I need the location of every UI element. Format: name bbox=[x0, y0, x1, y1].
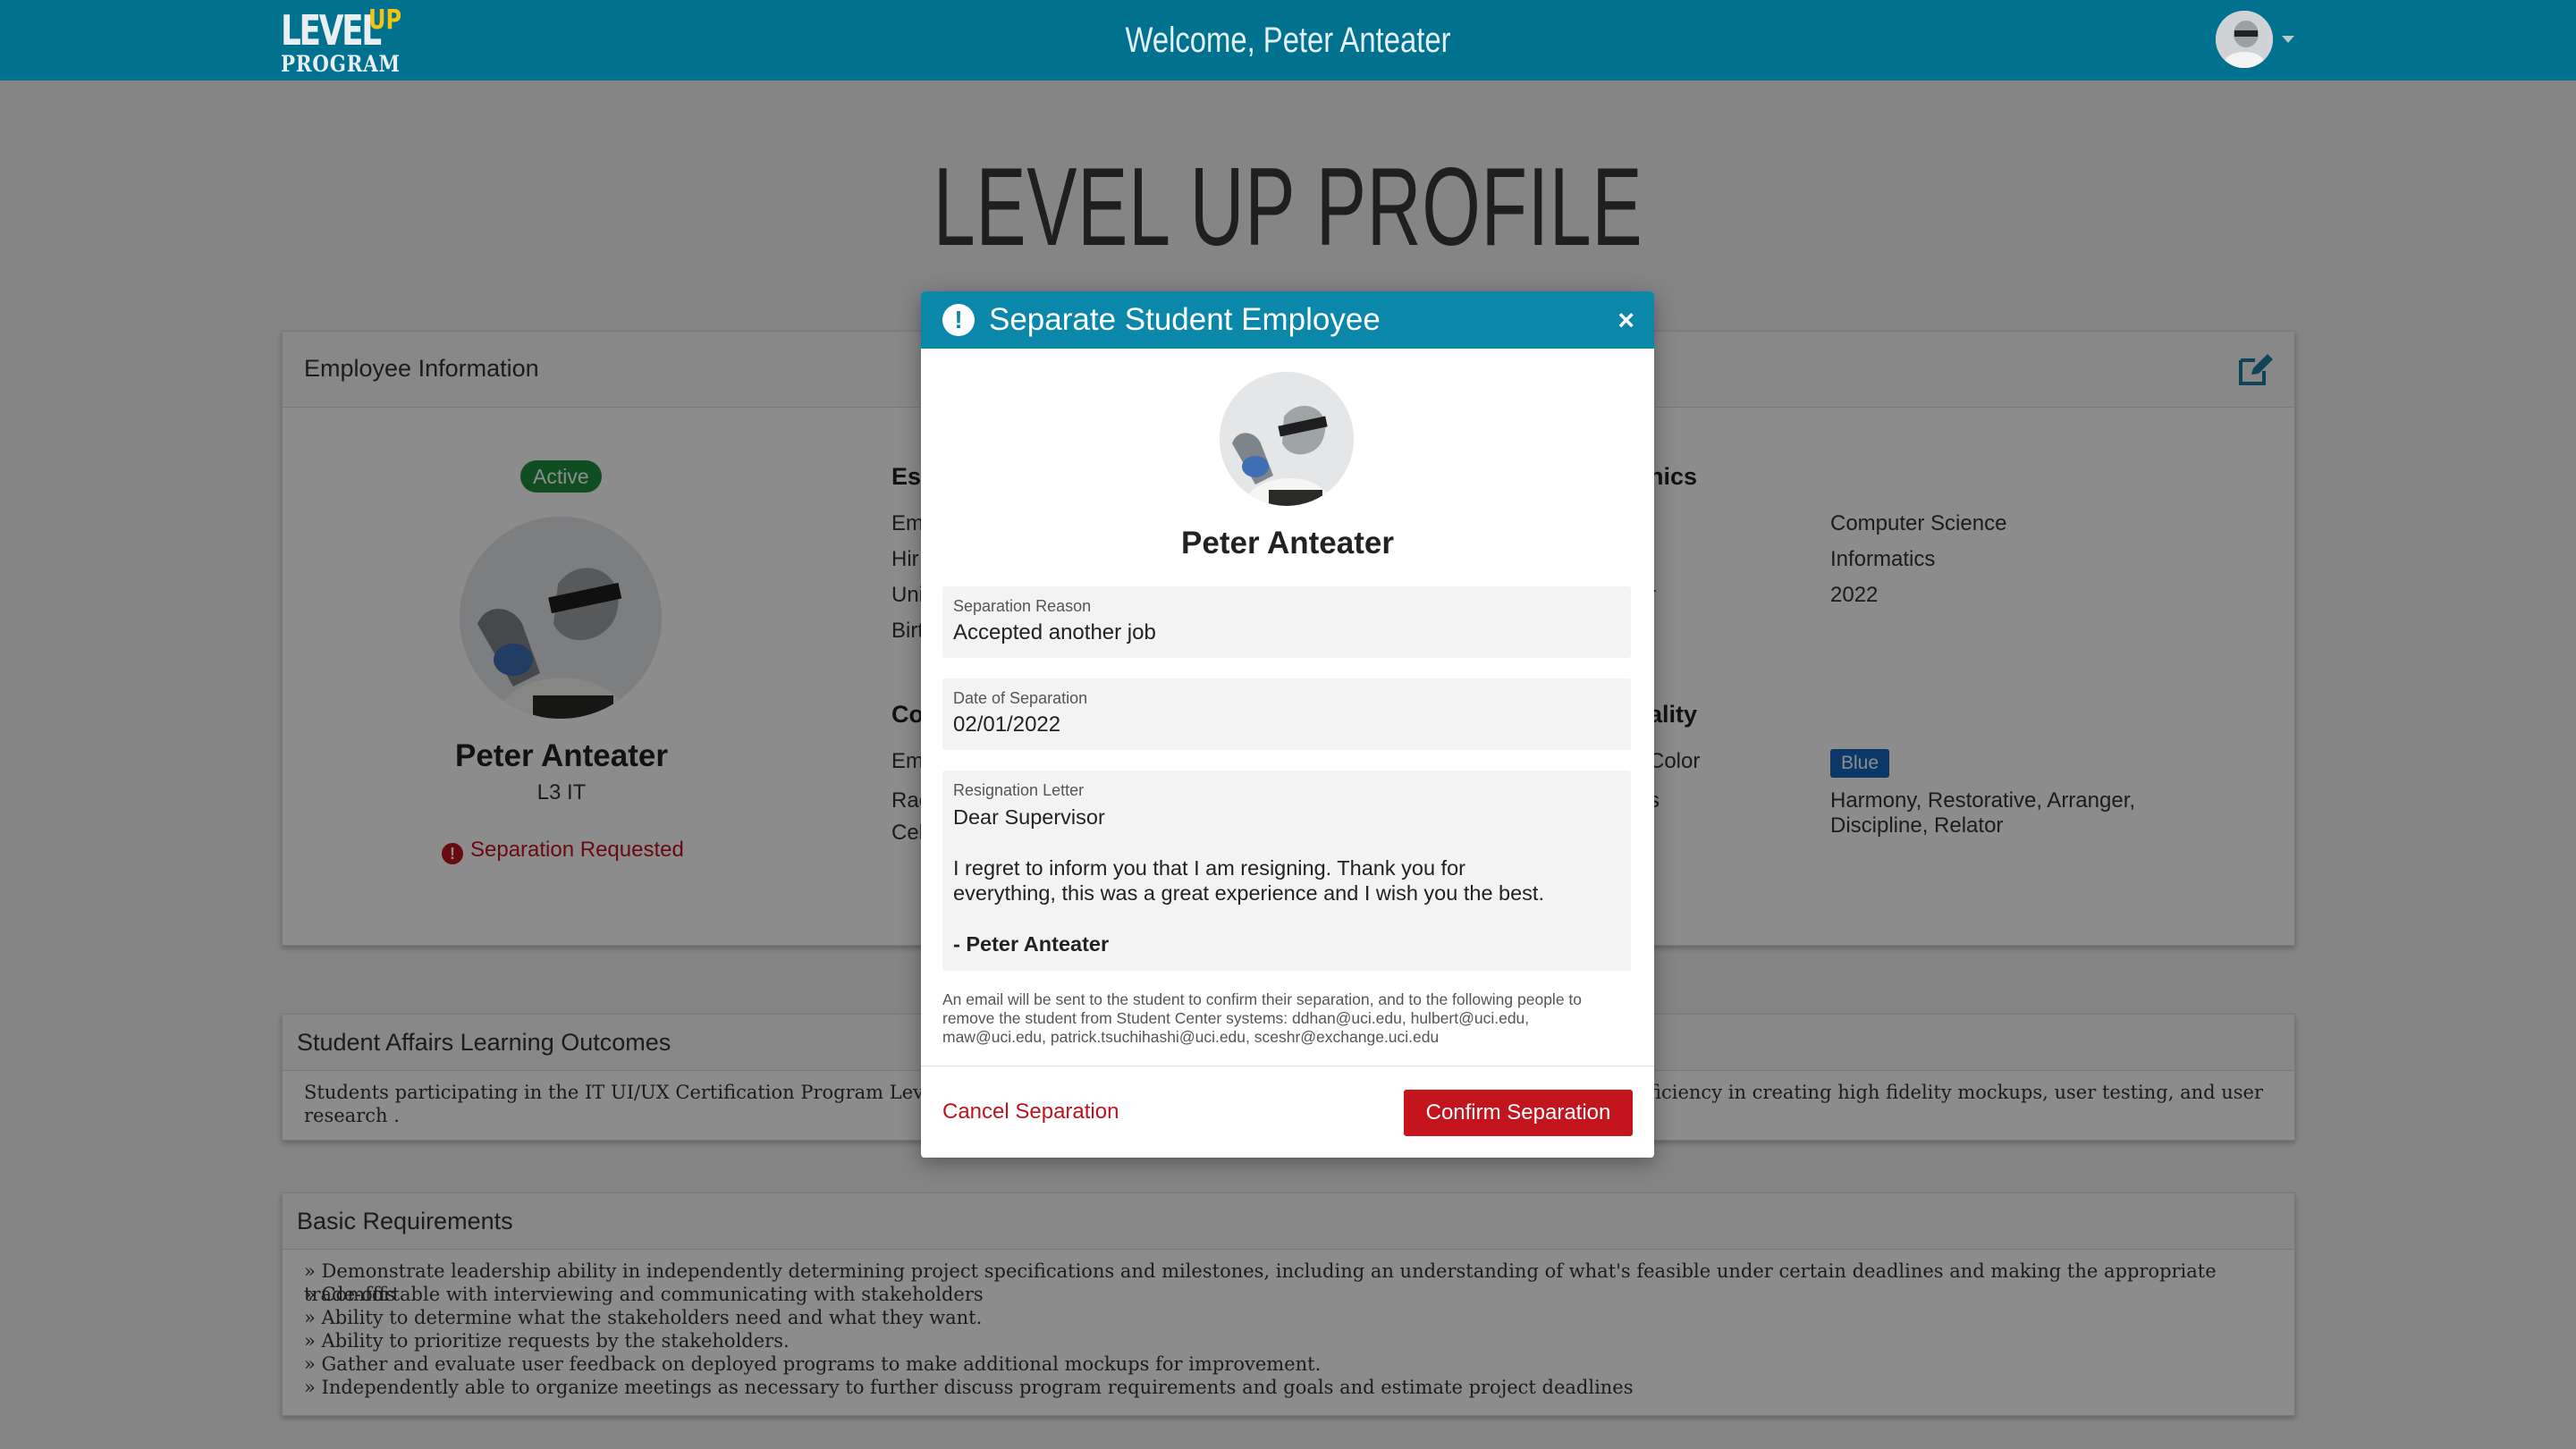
cancel-separation-button[interactable]: Cancel Separation bbox=[942, 1098, 1119, 1126]
letter-signature: - Peter Anteater bbox=[953, 932, 1110, 956]
separate-employee-modal: ! Separate Student Employee × Peter Ante… bbox=[921, 291, 1654, 1158]
modal-employee-name: Peter Anteater bbox=[1181, 526, 1394, 560]
welcome-text: Welcome, Peter Anteater bbox=[1125, 21, 1451, 60]
field-label: Date of Separation bbox=[953, 689, 1088, 707]
exclamation-circle-icon: ! bbox=[942, 304, 975, 336]
separation-reason-field[interactable]: Separation Reason Accepted another job bbox=[942, 586, 1631, 658]
email-notice-line: remove the student from Student Center s… bbox=[942, 1009, 1530, 1027]
close-icon[interactable]: × bbox=[1617, 302, 1634, 338]
letter-body: I regret to inform you that I am resigni… bbox=[953, 856, 1465, 880]
field-value: Accepted another job bbox=[953, 620, 1156, 644]
field-label: Resignation Letter bbox=[953, 781, 1085, 799]
top-navbar: LEVEL UP PROGRAM Welcome, Peter Anteater bbox=[0, 0, 2576, 80]
chevron-down-icon[interactable] bbox=[2282, 36, 2294, 43]
user-avatar[interactable] bbox=[2216, 11, 2273, 68]
email-notice: An email will be sent to the student to … bbox=[942, 990, 1634, 1047]
email-notice-line: maw@uci.edu, patrick.tsuchihashi@uci.edu… bbox=[942, 1028, 1440, 1046]
anteater-avatar-image bbox=[2216, 11, 2273, 68]
email-notice-line: An email will be sent to the student to … bbox=[942, 990, 1583, 1008]
confirm-separation-button[interactable]: Confirm Separation bbox=[1404, 1090, 1633, 1136]
modal-header: ! Separate Student Employee × bbox=[921, 291, 1654, 349]
resignation-letter-field[interactable]: Resignation Letter Dear Supervisor I reg… bbox=[942, 771, 1631, 971]
field-value: 02/01/2022 bbox=[953, 712, 1061, 737]
letter-body: everything, this was a great experience … bbox=[953, 881, 1544, 905]
modal-title: Separate Student Employee bbox=[989, 302, 1381, 337]
modal-avatar bbox=[1220, 372, 1354, 506]
field-label: Separation Reason bbox=[953, 597, 1092, 615]
letter-greeting: Dear Supervisor bbox=[953, 805, 1105, 829]
separation-date-field[interactable]: Date of Separation 02/01/2022 bbox=[942, 678, 1631, 750]
